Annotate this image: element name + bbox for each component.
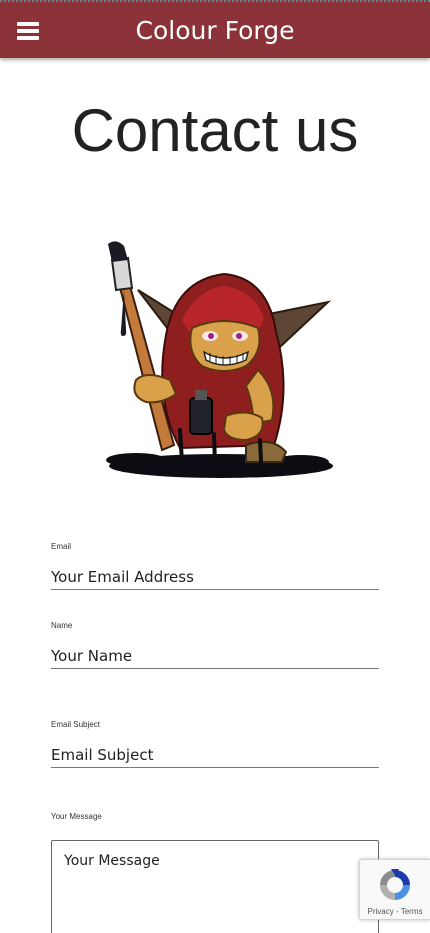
recaptcha-privacy-link[interactable]: Privacy: [368, 907, 394, 916]
subject-field-group: Email Subject: [51, 720, 379, 768]
top-app-bar: Colour Forge: [0, 0, 430, 58]
message-label: Your Message: [51, 812, 102, 821]
recaptcha-logo-icon: [380, 869, 410, 900]
recaptcha-separator: -: [395, 907, 399, 916]
email-input[interactable]: [51, 554, 379, 590]
name-input[interactable]: [51, 633, 379, 669]
email-label: Email: [51, 542, 72, 551]
email-field-group: Email: [51, 542, 379, 590]
goblin-painter-illustration: [106, 241, 333, 478]
name-field-group: Name: [51, 621, 379, 669]
name-label: Name: [51, 621, 73, 630]
page-title: Contact us: [71, 97, 359, 164]
site-brand-title[interactable]: Colour Forge: [0, 16, 430, 45]
subject-label: Email Subject: [51, 720, 100, 729]
message-textarea[interactable]: [51, 840, 379, 933]
message-field-group: Your Message: [51, 812, 379, 824]
subject-input[interactable]: [51, 732, 379, 768]
recaptcha-terms-link[interactable]: Terms: [401, 907, 423, 916]
recaptcha-links: Privacy - Terms: [360, 907, 430, 916]
recaptcha-badge[interactable]: Privacy - Terms: [359, 859, 430, 920]
